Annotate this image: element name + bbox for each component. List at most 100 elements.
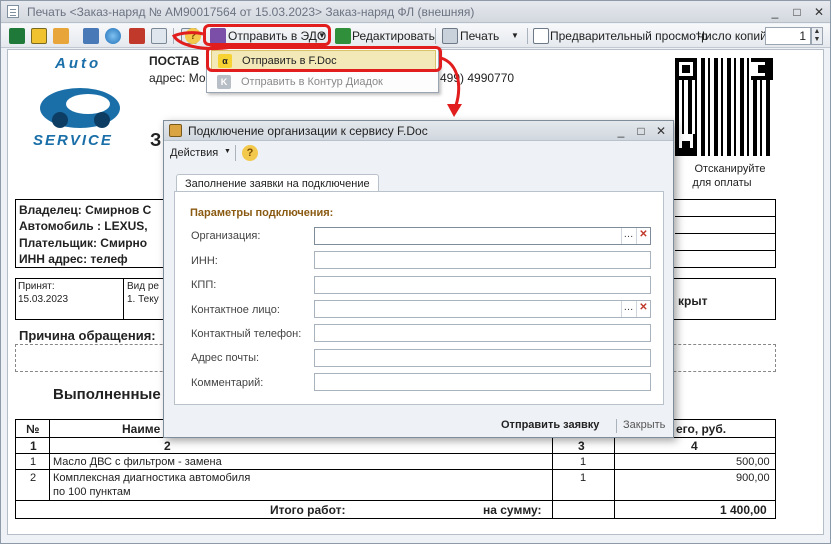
print-button[interactable]: Печать (460, 27, 499, 45)
edit-icon (335, 28, 351, 44)
supplier-label: ПОСТАВ (149, 54, 200, 68)
print-chevron-icon[interactable]: ▼ (511, 27, 519, 45)
highlight-fdoc-item (206, 46, 442, 72)
toolbar-separator (235, 145, 236, 161)
status-text: крыт (678, 294, 708, 308)
close-dialog-button[interactable]: Закрыть (623, 419, 665, 431)
reason-label: Причина обращения: (19, 328, 156, 343)
dialog-close-button[interactable]: ✕ (651, 123, 671, 139)
divider (123, 278, 124, 320)
menu-item-label: Отправить в Контур Диадок (241, 76, 383, 88)
row-name: Масло ДВС с фильтром - замена (53, 456, 222, 468)
fdoc-connection-dialog: Подключение организации к сервису F.Doc … (163, 120, 674, 438)
divider (49, 419, 50, 500)
window-title: Печать <Заказ-наряд № AM90017564 от 15.0… (27, 5, 475, 19)
dialog-title-bar: Подключение организации к сервису F.Doc … (164, 121, 673, 141)
comment-label: Комментарий: (191, 377, 264, 389)
close-button[interactable]: ✕ (809, 4, 829, 20)
help-icon[interactable]: ? (185, 28, 201, 44)
mail-icon[interactable] (151, 28, 167, 44)
section-heading: Параметры подключения: (190, 207, 334, 219)
dialog-title: Подключение организации к сервису F.Doc (188, 124, 428, 138)
menu-item-diadoc[interactable]: K Отправить в Контур Диадок (211, 72, 436, 92)
inn-label: ИНН: (191, 255, 218, 267)
col-name-header: Наиме (122, 422, 161, 436)
edit-button[interactable]: Редактировать (352, 27, 435, 45)
car-line: Автомобиль : LEXUS, (19, 219, 148, 233)
supplier-phone: 499) 4990770 (440, 71, 515, 85)
preview-button[interactable]: Предварительный просмотр (550, 27, 708, 45)
clear-icon[interactable]: ✕ (636, 228, 650, 244)
submit-button[interactable]: Отправить заявку (501, 419, 599, 431)
col-sum-header: его, руб. (676, 422, 727, 436)
col-qty-index: 3 (578, 439, 585, 453)
actions-menu[interactable]: Действия (170, 147, 218, 159)
title-bar: Печать <Заказ-наряд № AM90017564 от 15.0… (1, 1, 830, 23)
clear-icon[interactable]: ✕ (636, 301, 650, 317)
accepted-label: Принят: (18, 281, 55, 292)
col-name-index: 2 (164, 439, 171, 453)
qr-caption-1: Отсканируйте (694, 163, 766, 175)
contact-person-field[interactable]: … ✕ (314, 300, 651, 318)
row-no: 1 (30, 456, 37, 468)
supplier-address: адрес: Мо (149, 71, 206, 85)
browser-icon[interactable] (105, 28, 121, 44)
dialog-minimize-button[interactable]: _ (611, 123, 631, 139)
document-icon (7, 5, 19, 18)
divider (15, 469, 776, 470)
qr-caption-2: для оплаты (692, 177, 752, 189)
works-heading: Выполненные (53, 386, 161, 403)
total-sum-label: на сумму: (483, 503, 542, 517)
actions-chevron-icon[interactable]: ▼ (224, 148, 231, 155)
col-no-header: № (26, 422, 40, 436)
select-button[interactable]: … (621, 301, 635, 317)
dialog-form-icon (169, 124, 182, 137)
copies-spinner[interactable]: ▲ ▼ (811, 27, 823, 45)
row-no: 2 (30, 472, 37, 484)
contact-phone-field[interactable] (314, 324, 651, 342)
button-separator (616, 419, 617, 433)
total-label: Итого работ: (270, 503, 346, 517)
logo-top-text: Auto (55, 55, 102, 72)
dialog-maximize-button[interactable]: □ (631, 123, 651, 139)
logo-bottom-text: SERVICE (33, 132, 113, 149)
divider (675, 233, 776, 234)
excel-icon[interactable] (9, 28, 25, 44)
contact-person-label: Контактное лицо: (191, 304, 280, 316)
email-label: Адрес почты: (191, 352, 260, 364)
contact-phone-label: Контактный телефон: (191, 328, 302, 340)
divider (675, 250, 776, 251)
select-button[interactable]: … (621, 228, 635, 244)
preview-icon (533, 28, 549, 44)
chart-icon[interactable] (31, 28, 47, 44)
email-field[interactable] (314, 349, 651, 367)
pdf-icon[interactable] (129, 28, 145, 44)
payment-qr-code[interactable] (675, 58, 773, 156)
row-qty: 1 (580, 456, 587, 468)
repair-type-value: 1. Теку (127, 294, 159, 305)
row-name: Комплексная диагностика автомобиля (53, 472, 251, 484)
dialog-help-icon[interactable]: ? (242, 145, 258, 161)
inn-line: ИНН адрес: телеф (19, 252, 128, 266)
row-name-continued: по 100 пунктам (53, 486, 131, 498)
document-heading: З (150, 130, 162, 150)
copies-input[interactable]: 1 (765, 27, 811, 45)
row-sum: 500,00 (736, 456, 770, 468)
printer-icon (442, 28, 458, 44)
col-sum-index: 4 (691, 439, 698, 453)
export-icon[interactable] (53, 28, 69, 44)
col-no-index: 1 (30, 439, 37, 453)
kpp-field[interactable] (314, 276, 651, 294)
minimize-button[interactable]: _ (765, 4, 785, 20)
organization-field[interactable]: … ✕ (314, 227, 651, 245)
divider (15, 453, 776, 454)
owner-line: Владелец: Смирнов С (19, 203, 152, 217)
comment-field[interactable] (314, 373, 651, 391)
maximize-button[interactable]: □ (787, 4, 807, 20)
inn-field[interactable] (314, 251, 651, 269)
row-sum: 900,00 (736, 472, 770, 484)
highlight-send-edo (203, 24, 331, 46)
organization-label: Организация: (191, 230, 261, 242)
word-icon[interactable] (83, 28, 99, 44)
row-qty: 1 (580, 472, 587, 484)
